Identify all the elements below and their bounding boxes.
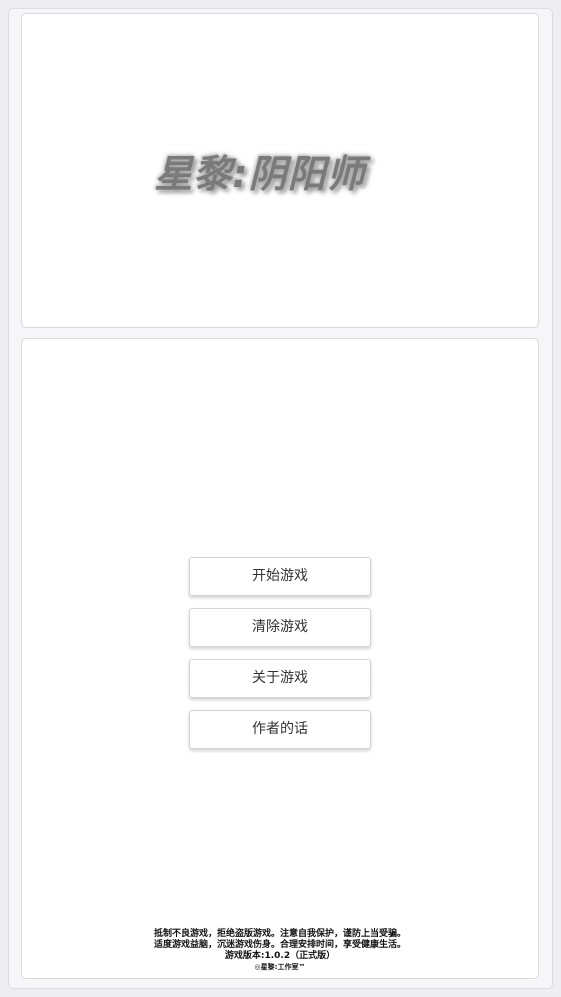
health-notice-line-1: 抵制不良游戏，拒绝盗版游戏。注意自我保护，谨防上当受骗。 xyxy=(153,929,406,939)
version-text: 游戏版本:1.0.2（正式版） xyxy=(224,951,336,961)
clear-game-button[interactable]: 清除游戏 xyxy=(189,608,371,647)
health-notice-line-2: 适度游戏益脑，沉迷游戏伤身。合理安排时间，享受健康生活。 xyxy=(153,940,406,950)
footer: 抵制不良游戏，拒绝盗版游戏。注意自我保护，谨防上当受骗。 适度游戏益脑，沉迷游戏… xyxy=(22,929,538,972)
game-title: 星黎:阴阳师 xyxy=(154,152,366,196)
menu-button-group: 开始游戏 清除游戏 关于游戏 作者的话 xyxy=(189,557,371,761)
start-game-button[interactable]: 开始游戏 xyxy=(189,557,371,596)
title-panel: 星黎:阴阳师 xyxy=(21,13,539,328)
about-game-button[interactable]: 关于游戏 xyxy=(189,659,371,698)
copyright-text: ◎星黎:工作室™ xyxy=(254,963,306,971)
author-notes-button[interactable]: 作者的话 xyxy=(189,710,371,749)
menu-panel: 开始游戏 清除游戏 关于游戏 作者的话 抵制不良游戏，拒绝盗版游戏。注意自我保护… xyxy=(21,338,539,979)
